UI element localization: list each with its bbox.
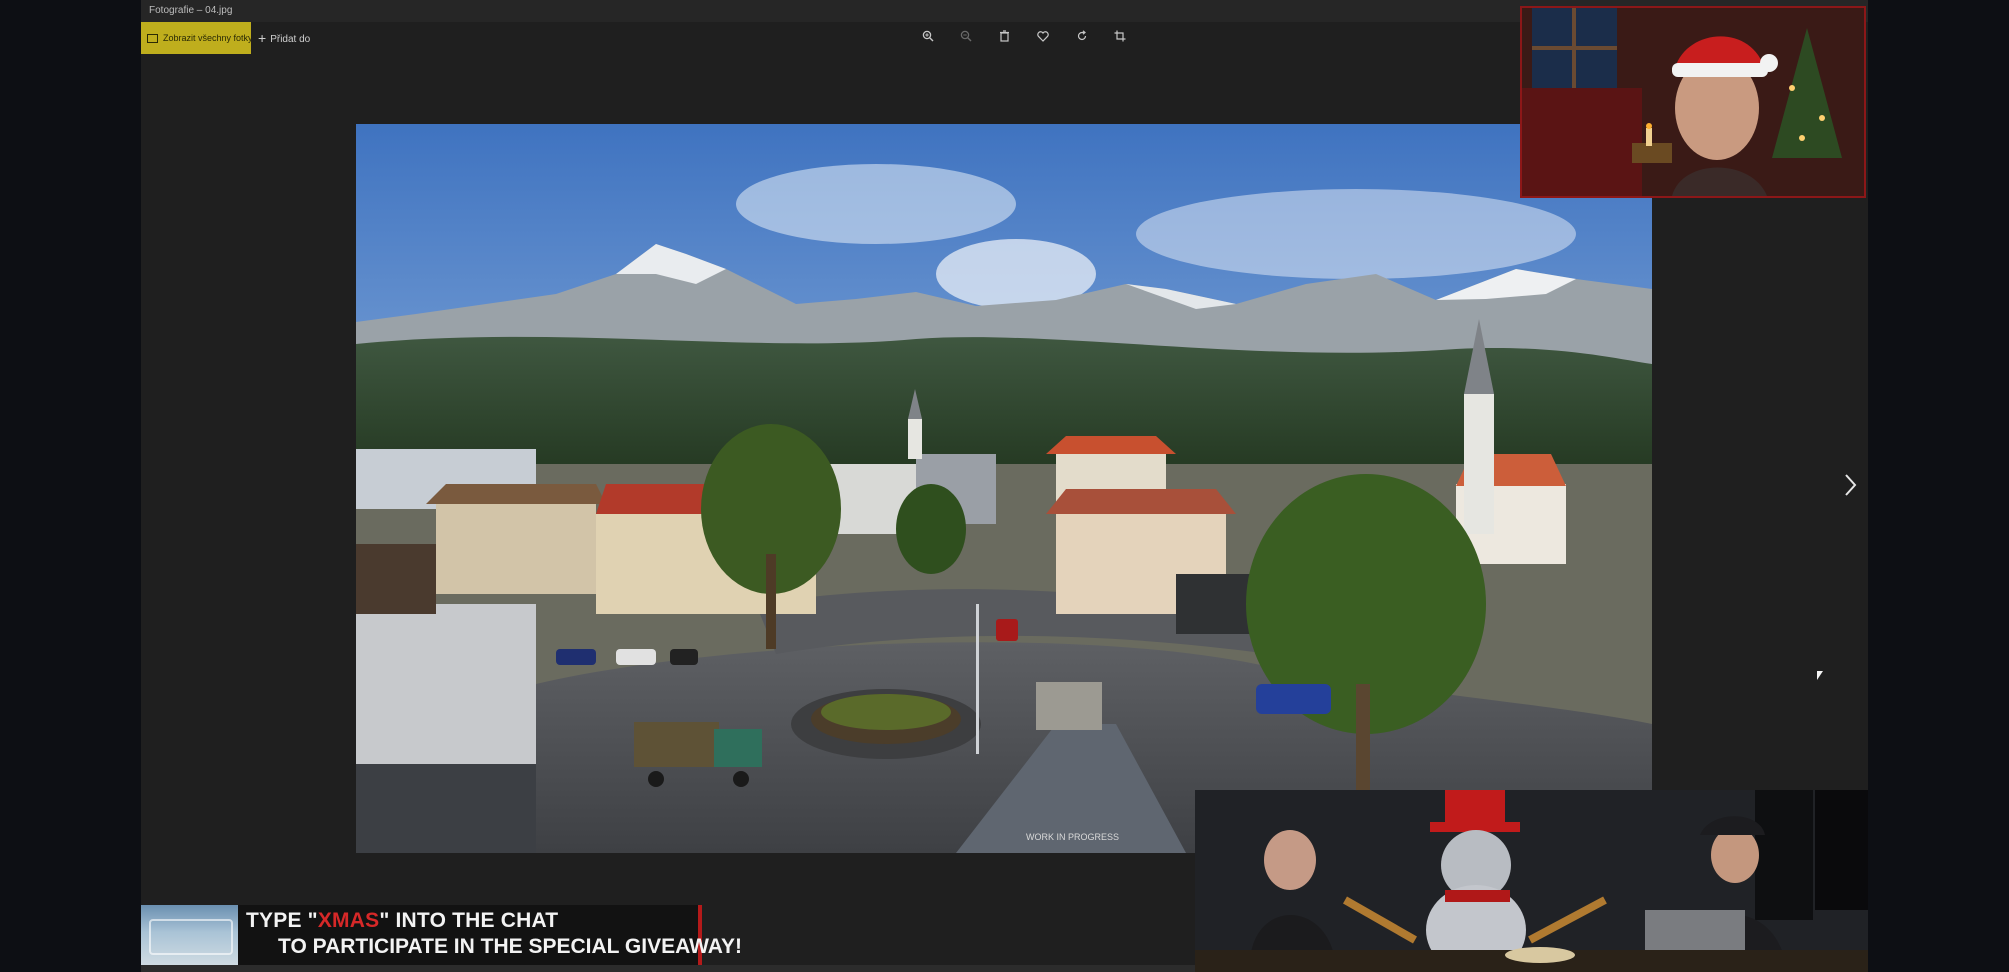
favorite-icon[interactable] [1026, 22, 1060, 54]
overlay-keyword: XMAS [317, 909, 380, 932]
window-title: Fotografie – 04.jpg [149, 5, 233, 16]
add-to-button[interactable]: + Přidat do [258, 22, 310, 54]
overlay-line2: TO PARTICIPATE IN THE SPECIAL GIVEAWAY! [278, 935, 743, 958]
see-all-photos-label: Zobrazit všechny fotky [163, 33, 251, 43]
plus-icon: + [258, 30, 267, 46]
giveaway-overlay: TYPE "XMAS" INTO THE CHAT TO PARTICIPATE… [141, 905, 742, 965]
delete-icon[interactable] [988, 22, 1022, 54]
overlay-text-panel: TYPE "XMAS" INTO THE CHAT TO PARTICIPATE… [238, 905, 742, 965]
add-to-label: Přidat do [270, 34, 311, 45]
zoom-in-icon[interactable] [911, 22, 945, 54]
rotate-icon[interactable] [1065, 22, 1099, 54]
overlay-line1-post: " INTO THE CHAT [379, 909, 559, 932]
crop-icon[interactable] [1103, 22, 1137, 54]
taskbar [141, 965, 1195, 972]
next-photo-button[interactable] [1838, 470, 1862, 500]
game-screenshot-photo: WORK IN PROGRESS [356, 124, 1652, 853]
streamer-webcam [1520, 6, 1866, 198]
image-tools [911, 22, 1137, 54]
photos-icon [147, 34, 158, 44]
overlay-line1: TYPE "XMAS" INTO THE CHAT [246, 909, 558, 933]
zoom-out-icon[interactable] [949, 22, 983, 54]
overlay-thumbnail [141, 905, 238, 965]
see-all-photos-button[interactable]: Zobrazit všechny fotky [141, 22, 251, 54]
studio-webcam [1195, 790, 1868, 972]
overlay-line1-pre: TYPE " [246, 909, 318, 932]
photo-watermark: WORK IN PROGRESS [1026, 832, 1119, 842]
mouse-cursor [1817, 671, 1823, 680]
